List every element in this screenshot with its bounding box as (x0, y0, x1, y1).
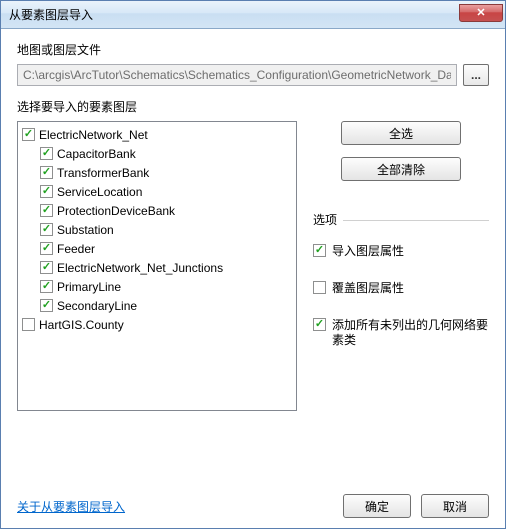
tree-checkbox[interactable] (40, 261, 53, 274)
close-icon: ✕ (476, 6, 485, 19)
mid-columns: ElectricNetwork_Net CapacitorBank Transfor… (17, 121, 489, 478)
tree-checkbox[interactable] (22, 318, 35, 331)
map-file-label: 地图或图层文件 (17, 41, 489, 58)
tree-item-label: PrimaryLine (57, 280, 121, 294)
tree-checkbox[interactable] (40, 242, 53, 255)
option-checkbox[interactable] (313, 318, 326, 331)
tree-row[interactable]: SecondaryLine (18, 296, 296, 315)
options-title-text: 选项 (313, 213, 341, 227)
tree-row[interactable]: PrimaryLine (18, 277, 296, 296)
close-button[interactable]: ✕ (459, 4, 503, 22)
tree-item-label: Feeder (57, 242, 95, 256)
tree-checkbox[interactable] (40, 204, 53, 217)
tree-item-label: ProtectionDeviceBank (57, 204, 175, 218)
path-row: ... (17, 64, 489, 86)
tree-checkbox[interactable] (22, 128, 35, 141)
window-title: 从要素图层导入 (9, 6, 459, 23)
option-label: 添加所有未列出的几何网络要素类 (332, 318, 489, 348)
option-row[interactable]: 添加所有未列出的几何网络要素类 (313, 318, 489, 348)
tree-checkbox[interactable] (40, 280, 53, 293)
tree-item-label: ServiceLocation (57, 185, 142, 199)
client-area: 地图或图层文件 ... 选择要导入的要素图层 ElectricNetwork_N… (1, 29, 505, 528)
tree-checkbox[interactable] (40, 185, 53, 198)
browse-button[interactable]: ... (463, 64, 489, 86)
options-group: 选项 导入图层属性覆盖图层属性添加所有未列出的几何网络要素类 (313, 211, 489, 348)
cancel-label: 取消 (443, 498, 467, 515)
tree-checkbox[interactable] (40, 299, 53, 312)
option-row[interactable]: 导入图层属性 (313, 244, 489, 259)
ok-button[interactable]: 确定 (343, 494, 411, 518)
option-checkbox[interactable] (313, 244, 326, 257)
tree-checkbox[interactable] (40, 147, 53, 160)
option-checkbox[interactable] (313, 281, 326, 294)
tree-row[interactable]: Feeder (18, 239, 296, 258)
tree-row[interactable]: ElectricNetwork_Net_Junctions (18, 258, 296, 277)
option-label: 覆盖图层属性 (332, 281, 404, 296)
tree-item-label: TransformerBank (57, 166, 149, 180)
tree-checkbox[interactable] (40, 223, 53, 236)
tree-item-label: ElectricNetwork_Net (39, 128, 148, 142)
tree-item-label: Substation (57, 223, 114, 237)
clear-all-label: 全部清除 (377, 161, 425, 178)
clear-all-button[interactable]: 全部清除 (341, 157, 461, 181)
select-all-button[interactable]: 全选 (341, 121, 461, 145)
tree-row[interactable]: TransformerBank (18, 163, 296, 182)
tree-row[interactable]: ElectricNetwork_Net (18, 125, 296, 144)
select-layers-section: 选择要导入的要素图层 ElectricNetwork_Net CapacitorB… (17, 98, 489, 478)
tree-item-label: HartGIS.County (39, 318, 124, 332)
select-layers-label: 选择要导入的要素图层 (17, 98, 489, 115)
tree-row[interactable]: ProtectionDeviceBank (18, 201, 296, 220)
tree-row[interactable]: ServiceLocation (18, 182, 296, 201)
tree-row[interactable]: Substation (18, 220, 296, 239)
map-file-section: 地图或图层文件 ... (17, 41, 489, 86)
right-column: 全选 全部清除 选项 导入图层属性覆盖图层属性添加所有未列出的几何网络要素类 (313, 121, 489, 478)
option-row[interactable]: 覆盖图层属性 (313, 281, 489, 296)
layer-tree[interactable]: ElectricNetwork_Net CapacitorBank Transfor… (17, 121, 297, 411)
options-list: 导入图层属性覆盖图层属性添加所有未列出的几何网络要素类 (313, 244, 489, 348)
select-all-label: 全选 (389, 125, 413, 142)
footer: 关于从要素图层导入 确定 取消 (17, 490, 489, 518)
tree-row[interactable]: HartGIS.County (18, 315, 296, 334)
ok-label: 确定 (365, 498, 389, 515)
options-title: 选项 (313, 211, 489, 228)
tree-item-label: ElectricNetwork_Net_Junctions (57, 261, 223, 275)
tree-item-label: CapacitorBank (57, 147, 136, 161)
path-input[interactable] (17, 64, 457, 86)
tree-checkbox[interactable] (40, 166, 53, 179)
help-link[interactable]: 关于从要素图层导入 (17, 498, 125, 515)
browse-label: ... (471, 68, 481, 82)
tree-row[interactable]: CapacitorBank (18, 144, 296, 163)
tree-item-label: SecondaryLine (57, 299, 137, 313)
titlebar: 从要素图层导入 ✕ (1, 1, 505, 29)
dialog-window: 从要素图层导入 ✕ 地图或图层文件 ... 选择要导入的要素图层 Electri… (0, 0, 506, 529)
cancel-button[interactable]: 取消 (421, 494, 489, 518)
option-label: 导入图层属性 (332, 244, 404, 259)
